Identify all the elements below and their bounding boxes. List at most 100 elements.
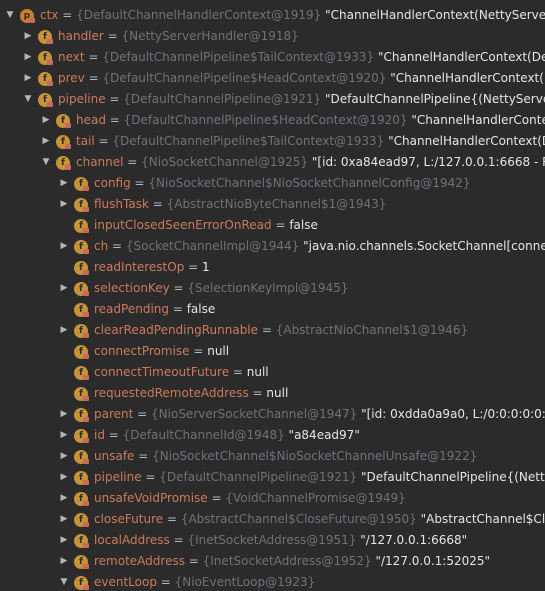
tree-row[interactable]: ▶ f id = {DefaultChannelId@1948} "a84ead97… bbox=[0, 425, 545, 446]
tree-row[interactable]: ▶ f handler = {NettyServerHandler@1918} bbox=[0, 26, 545, 47]
collapsed-arrow-icon[interactable]: ▶ bbox=[58, 488, 70, 509]
tree-row[interactable]: ▶ f remoteAddress = {InetSocketAddress@195… bbox=[0, 551, 545, 572]
tree-row[interactable]: ▶ f flushTask = {AbstractNioByteChannel$1@… bbox=[0, 194, 545, 215]
expanded-arrow-icon[interactable]: ▼ bbox=[40, 152, 52, 173]
collapsed-arrow-icon[interactable]: ▶ bbox=[58, 278, 70, 299]
collapsed-arrow-icon[interactable]: ▶ bbox=[58, 467, 70, 488]
collapsed-arrow-icon[interactable]: ▶ bbox=[58, 404, 70, 425]
variable-type: {InetSocketAddress@1952} bbox=[202, 554, 372, 568]
expanded-arrow-icon[interactable]: ▼ bbox=[58, 572, 70, 591]
lock-icon bbox=[83, 270, 89, 275]
collapsed-arrow-icon[interactable]: ▶ bbox=[58, 320, 70, 341]
expanded-arrow-icon[interactable]: ▼ bbox=[4, 5, 16, 26]
collapsed-arrow-icon[interactable]: ▶ bbox=[58, 173, 70, 194]
tree-row[interactable]: ▶ f ch = {SocketChannelImpl@1944} "java.ni… bbox=[0, 236, 545, 257]
equals-sign: = bbox=[58, 8, 77, 22]
variable-type: {NioSocketChannel@1925} bbox=[141, 155, 309, 169]
tree-row[interactable]: ▶ f pipeline = {DefaultChannelPipeline@192… bbox=[0, 467, 545, 488]
variable-value: "DefaultChannelPipeline{(NettyServerHand bbox=[325, 92, 545, 106]
lock-icon bbox=[65, 123, 71, 128]
field-icon: f bbox=[74, 387, 89, 401]
lock-icon bbox=[83, 228, 89, 233]
variable-type: {DefaultChannelPipeline@1921} bbox=[159, 470, 358, 484]
variable-entry: eventLoop = {NioEventLoop@1923} bbox=[94, 572, 315, 591]
variable-value: null bbox=[266, 386, 289, 400]
field-icon: f bbox=[74, 576, 89, 590]
variable-name: handler bbox=[58, 29, 104, 43]
lock-icon bbox=[83, 501, 89, 506]
field-icon: f bbox=[74, 429, 89, 443]
tree-row[interactable]: ▼ p ctx = {DefaultChannelHandlerContext@19… bbox=[0, 5, 545, 26]
tree-row[interactable]: ▶ f clearReadPendingRunnable = {AbstractNi… bbox=[0, 320, 545, 341]
collapsed-arrow-icon[interactable]: ▶ bbox=[40, 110, 52, 131]
tree-row[interactable]: f connectTimeoutFuture = null bbox=[0, 362, 545, 383]
collapsed-arrow-icon[interactable]: ▶ bbox=[22, 47, 34, 68]
equals-sign: = bbox=[169, 281, 188, 295]
lock-icon bbox=[83, 207, 89, 212]
collapsed-arrow-icon[interactable]: ▶ bbox=[58, 425, 70, 446]
variable-entry: selectionKey = {SelectionKeyImpl@1945} bbox=[94, 278, 348, 299]
field-icon: f bbox=[74, 492, 89, 506]
collapsed-arrow-icon[interactable]: ▶ bbox=[58, 194, 70, 215]
lock-icon bbox=[47, 102, 53, 107]
tree-row[interactable]: ▶ f unsafe = {NioSocketChannel$NioSocketCh… bbox=[0, 446, 545, 467]
tree-row[interactable]: ▶ f next = {DefaultChannelPipeline$TailCon… bbox=[0, 47, 545, 68]
tree-row[interactable]: ▶ f prev = {DefaultChannelPipeline$HeadCon… bbox=[0, 68, 545, 89]
collapsed-arrow-icon[interactable]: ▶ bbox=[22, 68, 34, 89]
tree-row[interactable]: ▶ f head = {DefaultChannelPipeline$HeadCon… bbox=[0, 110, 545, 131]
expanded-arrow-icon[interactable]: ▼ bbox=[22, 89, 34, 110]
tree-row[interactable]: f connectPromise = null bbox=[0, 341, 545, 362]
tree-row[interactable]: ▼ f pipeline = {DefaultChannelPipeline@192… bbox=[0, 89, 545, 110]
lock-icon bbox=[83, 459, 89, 464]
collapsed-arrow-icon[interactable]: ▶ bbox=[58, 509, 70, 530]
variable-name: localAddress bbox=[94, 533, 170, 547]
debugger-variables-tree: ▼ p ctx = {DefaultChannelHandlerContext@19… bbox=[0, 0, 545, 591]
variable-entry: parent = {NioServerSocketChannel@1947} "… bbox=[94, 404, 545, 425]
tree-row[interactable]: ▶ f selectionKey = {SelectionKeyImpl@1945} bbox=[0, 278, 545, 299]
equals-sign: = bbox=[207, 491, 226, 505]
variable-type: {DefaultChannelPipeline$HeadContext@1920… bbox=[123, 113, 408, 127]
collapsed-arrow-icon[interactable]: ▶ bbox=[58, 236, 70, 257]
tree-row[interactable]: ▶ f closeFuture = {AbstractChannel$CloseFu… bbox=[0, 509, 545, 530]
tree-row[interactable]: ▼ f eventLoop = {NioEventLoop@1923} bbox=[0, 572, 545, 591]
field-icon: f bbox=[74, 177, 89, 191]
tree-row[interactable]: ▶ f unsafeVoidPromise = {VoidChannelPromis… bbox=[0, 488, 545, 509]
collapsed-arrow-icon[interactable]: ▶ bbox=[22, 26, 34, 47]
variable-name: connectPromise bbox=[94, 344, 190, 358]
variable-type: {DefaultChannelId@1948} bbox=[122, 428, 285, 442]
variable-value: "ChannelHandlerContext(NettyServerHand bbox=[325, 8, 545, 22]
tree-row[interactable]: ▶ f tail = {DefaultChannelPipeline$TailCon… bbox=[0, 131, 545, 152]
field-icon: f bbox=[74, 282, 89, 296]
tree-row[interactable]: f inputClosedSeenErrorOnRead = false bbox=[0, 215, 545, 236]
tree-row[interactable]: ▼ f channel = {NioSocketChannel@1925} "[id… bbox=[0, 152, 545, 173]
equals-sign: = bbox=[108, 239, 126, 253]
variable-name: ctx bbox=[40, 8, 59, 22]
equals-sign: = bbox=[105, 113, 124, 127]
collapsed-arrow-icon[interactable]: ▶ bbox=[58, 446, 70, 467]
lock-icon bbox=[83, 438, 89, 443]
variable-name: head bbox=[76, 113, 106, 127]
tree-row[interactable]: f readInterestOp = 1 bbox=[0, 257, 545, 278]
tree-row[interactable]: f requestedRemoteAddress = null bbox=[0, 383, 545, 404]
collapsed-arrow-icon[interactable]: ▶ bbox=[58, 530, 70, 551]
lock-icon bbox=[83, 186, 89, 191]
variable-entry: id = {DefaultChannelId@1948} "a84ead97" bbox=[94, 425, 360, 446]
tree-row[interactable]: ▶ f config = {NioSocketChannel$NioSocketCh… bbox=[0, 173, 545, 194]
tree-row[interactable]: ▶ f parent = {NioServerSocketChannel@1947}… bbox=[0, 404, 545, 425]
field-icon: f bbox=[38, 93, 53, 107]
tree-row[interactable]: f readPending = false bbox=[0, 299, 545, 320]
variable-entry: requestedRemoteAddress = null bbox=[94, 383, 288, 404]
equals-sign: = bbox=[156, 575, 175, 589]
tree-row[interactable]: ▶ f localAddress = {InetSocketAddress@1951… bbox=[0, 530, 545, 551]
lock-icon bbox=[83, 396, 89, 401]
variable-entry: tail = {DefaultChannelPipeline$TailConte… bbox=[76, 131, 545, 152]
variable-entry: readPending = false bbox=[94, 299, 215, 320]
collapsed-arrow-icon[interactable]: ▶ bbox=[40, 131, 52, 152]
collapsed-arrow-icon[interactable]: ▶ bbox=[58, 551, 70, 572]
lock-icon bbox=[83, 543, 89, 548]
lock-icon bbox=[65, 144, 71, 149]
equals-sign: = bbox=[84, 71, 103, 85]
variable-entry: pipeline = {DefaultChannelPipeline@1921}… bbox=[58, 89, 545, 110]
variable-value: null bbox=[246, 365, 269, 379]
variable-name: readInterestOp bbox=[94, 260, 185, 274]
